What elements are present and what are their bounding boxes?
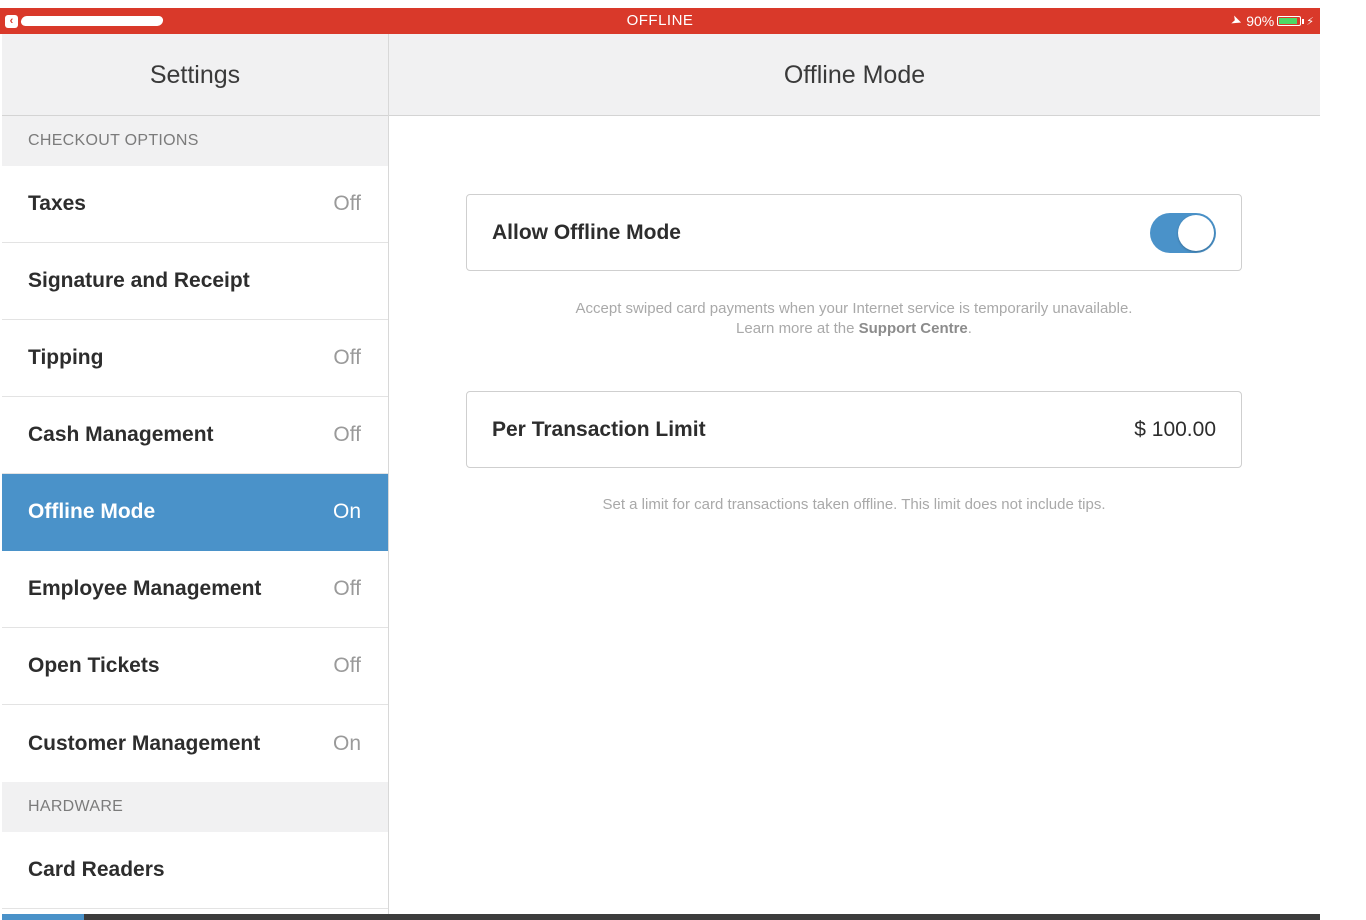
limit-help-text: Set a limit for card transactions taken … xyxy=(602,496,1106,513)
sidebar-item-label: Open Tickets xyxy=(28,654,160,677)
allow-offline-mode-toggle[interactable] xyxy=(1150,212,1216,253)
help-prefix: Learn more at the xyxy=(736,320,859,337)
section-header-hardware: HARDWARE xyxy=(2,782,388,832)
bottom-edge-accent xyxy=(2,914,84,920)
page-title: Offline Mode xyxy=(389,34,1320,116)
sidebar-item-signature-and-receipt[interactable]: Signature and Receipt xyxy=(2,243,388,320)
sidebar-title: Settings xyxy=(2,34,388,116)
sidebar-item-status: Off xyxy=(333,577,361,600)
battery-icon xyxy=(1277,16,1305,26)
per-transaction-limit-label: Per Transaction Limit xyxy=(492,417,706,441)
ipad-screen: ‹ OFFLINE ➤ 90% ⚡ Settings CHECKOUT OPTI… xyxy=(0,0,1320,920)
location-arrow-icon: ➤ xyxy=(1229,11,1245,30)
sidebar-item-tipping[interactable]: Tipping Off xyxy=(2,320,388,397)
screenshot-margin xyxy=(1320,0,1366,920)
support-centre-link[interactable]: Support Centre xyxy=(859,320,968,337)
status-right-group: ➤ 90% ⚡ xyxy=(1229,11,1314,30)
sidebar-item-status: On xyxy=(332,500,361,523)
sidebar-item-customer-management[interactable]: Customer Management On xyxy=(2,705,388,782)
allow-offline-help-line2: Learn more at the Support Centre. xyxy=(466,319,1242,339)
sidebar-item-status: Off xyxy=(333,654,361,677)
allow-offline-mode-label: Allow Offline Mode xyxy=(492,220,681,244)
sidebar-item-label: Employee Management xyxy=(28,577,262,600)
offline-mode-panel: Offline Mode Allow Offline Mode Accept s… xyxy=(389,34,1320,914)
per-transaction-limit-value[interactable]: $ 100.00 xyxy=(1134,418,1216,442)
sidebar-item-label: Offline Mode xyxy=(28,500,156,523)
sidebar-item-card-readers[interactable]: Card Readers xyxy=(2,832,388,909)
sidebar-item-label: Taxes xyxy=(28,192,86,215)
sidebar-item-status: Off xyxy=(333,192,361,215)
sidebar-item-status: Off xyxy=(333,423,361,446)
help-suffix: . xyxy=(967,320,972,337)
settings-sidebar: Settings CHECKOUT OPTIONS Taxes Off Sign… xyxy=(2,34,389,914)
sidebar-item-label: Card Readers xyxy=(28,858,165,881)
sidebar-item-employee-management[interactable]: Employee Management Off xyxy=(2,551,388,628)
sidebar-item-status: On xyxy=(332,731,361,755)
sidebar-item-offline-mode[interactable]: Offline Mode On xyxy=(2,474,388,551)
toggle-knob xyxy=(1178,214,1214,251)
status-bar: ‹ OFFLINE ➤ 90% ⚡ xyxy=(0,8,1320,34)
sidebar-item-taxes[interactable]: Taxes Off xyxy=(2,166,388,243)
sidebar-item-open-tickets[interactable]: Open Tickets Off xyxy=(2,628,388,705)
allow-offline-help-text: Accept swiped card payments when your In… xyxy=(466,299,1242,339)
bottom-edge-bar xyxy=(84,914,1320,920)
allow-offline-help-line1: Accept swiped card payments when your In… xyxy=(575,300,1133,317)
per-transaction-limit-row[interactable]: Per Transaction Limit $ 100.00 xyxy=(466,391,1242,468)
sidebar-item-label: Signature and Receipt xyxy=(28,269,250,292)
sidebar-item-label: Cash Management xyxy=(28,423,214,446)
sidebar-item-cash-management[interactable]: Cash Management Off xyxy=(2,397,388,474)
offline-indicator: OFFLINE xyxy=(626,12,694,29)
section-header-checkout-options: CHECKOUT OPTIONS xyxy=(2,116,388,166)
battery-percentage: 90% xyxy=(1246,13,1275,29)
allow-offline-mode-row[interactable]: Allow Offline Mode xyxy=(466,194,1242,271)
sidebar-item-label: Customer Management xyxy=(28,731,261,755)
sidebar-item-status: Off xyxy=(333,346,361,369)
charging-bolt-icon: ⚡ xyxy=(1306,15,1314,28)
sidebar-item-label: Tipping xyxy=(28,346,104,369)
